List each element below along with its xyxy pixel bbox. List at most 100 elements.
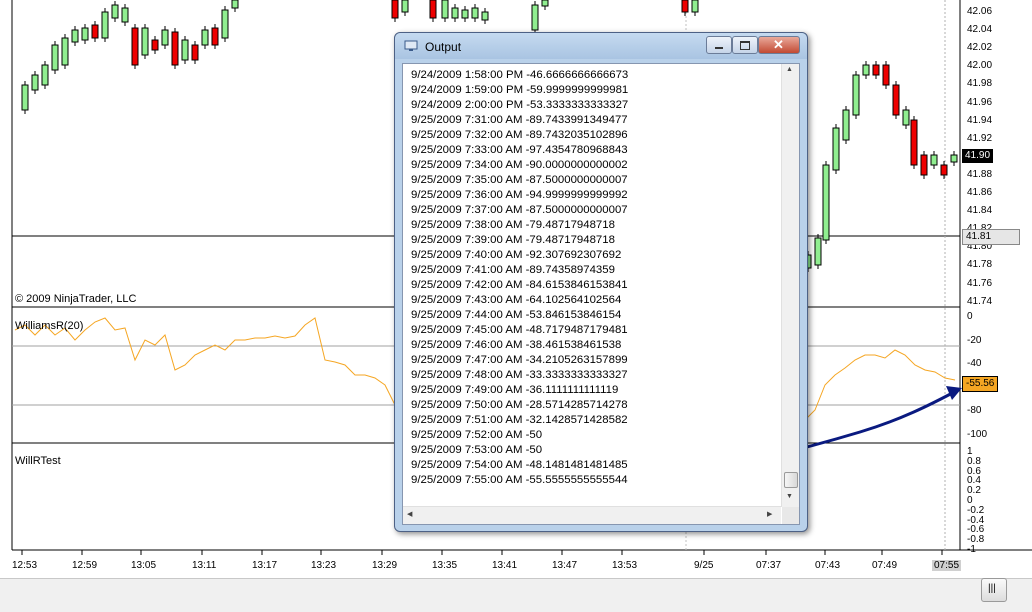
bullish-candle	[930, 154, 938, 166]
output-window-title: Output	[425, 40, 462, 54]
bullish-candle	[51, 44, 59, 71]
bearish-candle	[191, 44, 199, 61]
time-tick-label: 13:05	[131, 560, 157, 571]
output-line: 9/25/2009 7:55:00 AM -55.5555555555544	[411, 474, 628, 486]
maximize-button[interactable]	[732, 36, 758, 54]
close-icon: ✕	[773, 37, 784, 52]
bearish-candle	[151, 39, 159, 51]
output-window[interactable]: Output ✕ 9/24/2009 1:58:00 PM -46.666666…	[394, 32, 808, 532]
bearish-candle	[910, 119, 918, 166]
bearish-candle	[211, 27, 219, 46]
williams-tick-label: -100	[967, 429, 988, 440]
bullish-candle	[852, 74, 860, 116]
output-line: 9/25/2009 7:41:00 AM -89.74358974359	[411, 264, 615, 276]
williams-panel-label: WilliamsR(20)	[15, 320, 84, 332]
output-line: 9/25/2009 7:42:00 AM -84.6153846153841	[411, 279, 628, 291]
current-price-tag: 41.90	[962, 149, 994, 163]
scroll-right-icon[interactable]: ▶	[767, 510, 772, 518]
bullish-candle	[21, 84, 29, 111]
bearish-candle	[429, 0, 437, 19]
output-line: 9/25/2009 7:44:00 AM -53.846153846154	[411, 309, 622, 321]
time-tick-label: 13:35	[432, 560, 458, 571]
scroll-thumb[interactable]	[784, 472, 798, 488]
line-price-tag: 41.81	[962, 229, 1020, 245]
time-tick-label: 07:43	[815, 560, 841, 571]
time-tick-label: 13:11	[192, 560, 217, 571]
price-tick-label: 41.98	[967, 78, 993, 90]
bullish-candle	[691, 0, 699, 13]
chart-scroll-button[interactable]: |||	[981, 578, 1007, 602]
bullish-candle	[101, 11, 109, 39]
time-tick-label: 13:23	[311, 560, 337, 571]
output-text: 9/24/2009 1:58:00 PM -46.6666666666673 9/…	[411, 68, 781, 488]
price-tick-label: 42.00	[967, 60, 993, 72]
bullish-candle	[121, 7, 129, 23]
scrollbar-corner	[782, 507, 799, 524]
bullish-candle	[832, 127, 840, 171]
close-button[interactable]: ✕	[758, 36, 800, 54]
time-tick-label: 07:55	[932, 560, 962, 571]
time-tick-label: 13:47	[552, 560, 578, 571]
bullish-candle	[541, 0, 549, 7]
bullish-candle	[201, 29, 209, 46]
price-tick-label: 41.96	[967, 96, 993, 108]
output-line: 9/25/2009 7:54:00 AM -48.1481481481485	[411, 459, 628, 471]
bullish-candle	[41, 64, 49, 86]
price-tick-label: 41.84	[967, 205, 993, 217]
output-line: 9/25/2009 7:47:00 AM -34.2105263157899	[411, 354, 628, 366]
williams-tick-label: -80	[967, 405, 982, 417]
price-tick-label: 41.94	[967, 114, 993, 126]
bullish-candle	[531, 4, 539, 31]
bullish-candle	[161, 29, 169, 46]
price-tick-label: 42.02	[967, 42, 993, 54]
bullish-candle	[822, 164, 830, 241]
output-line: 9/25/2009 7:48:00 AM -33.3333333333327	[411, 369, 628, 381]
bearish-candle	[882, 64, 890, 86]
output-line: 9/25/2009 7:37:00 AM -87.5000000000007	[411, 204, 628, 216]
output-line: 9/25/2009 7:32:00 AM -89.7432035102896	[411, 129, 628, 141]
output-line: 9/25/2009 7:49:00 AM -36.1111111111119	[411, 384, 619, 396]
output-window-icon	[404, 40, 418, 51]
output-line: 9/25/2009 7:45:00 AM -48.7179487179481	[411, 324, 628, 336]
bearish-candle	[681, 0, 689, 13]
scroll-left-icon[interactable]: ◀	[407, 510, 412, 518]
bullish-candle	[862, 64, 870, 76]
bullish-candle	[461, 9, 469, 19]
output-line: 9/25/2009 7:36:00 AM -94.9999999999992	[411, 189, 628, 201]
price-tick-label: 41.78	[967, 259, 993, 271]
output-line: 9/25/2009 7:46:00 AM -38.461538461538	[411, 339, 622, 351]
minimize-button[interactable]	[706, 36, 732, 54]
scroll-down-icon[interactable]: ▼	[786, 493, 793, 500]
bearish-candle	[940, 164, 948, 176]
output-text-area[interactable]: 9/24/2009 1:58:00 PM -46.6666666666673 9/…	[402, 63, 800, 525]
williams-tick-label: -20	[967, 334, 982, 346]
bullish-candle	[231, 0, 239, 9]
bullish-candle	[81, 27, 89, 41]
output-line: 9/25/2009 7:38:00 AM -79.48717948718	[411, 219, 615, 231]
bullish-candle	[221, 9, 229, 39]
bullish-candle	[451, 7, 459, 19]
bearish-candle	[872, 64, 880, 76]
scroll-up-icon[interactable]: ▲	[786, 66, 793, 73]
price-tick-label: 41.74	[967, 295, 993, 307]
output-line: 9/24/2009 1:59:00 PM -59.9999999999981	[411, 84, 629, 96]
price-tick-label: 41.76	[967, 277, 993, 289]
time-tick-label: 9/25	[694, 560, 714, 571]
price-tick-label: 41.86	[967, 187, 993, 198]
bullish-candle	[401, 0, 409, 13]
time-tick-label: 07:49	[872, 560, 898, 571]
bearish-candle	[131, 27, 139, 66]
bearish-candle	[91, 24, 99, 39]
time-tick-label: 13:41	[492, 560, 518, 571]
horizontal-scrollbar[interactable]: ◀ ▶	[403, 506, 781, 524]
output-titlebar[interactable]: Output ✕	[395, 33, 807, 59]
output-line: 9/25/2009 7:40:00 AM -92.307692307692	[411, 249, 622, 261]
output-line: 9/25/2009 7:34:00 AM -90.0000000000002	[411, 159, 628, 171]
price-tick-label: 42.04	[967, 24, 993, 36]
output-line: 9/24/2009 1:58:00 PM -46.6666666666673	[411, 69, 629, 81]
bullish-candle	[471, 7, 479, 19]
bearish-candle	[391, 0, 399, 19]
bullish-candle	[441, 0, 449, 19]
output-line: 9/25/2009 7:39:00 AM -79.48717948718	[411, 234, 615, 246]
vertical-scrollbar[interactable]: ▲ ▼	[781, 64, 799, 507]
